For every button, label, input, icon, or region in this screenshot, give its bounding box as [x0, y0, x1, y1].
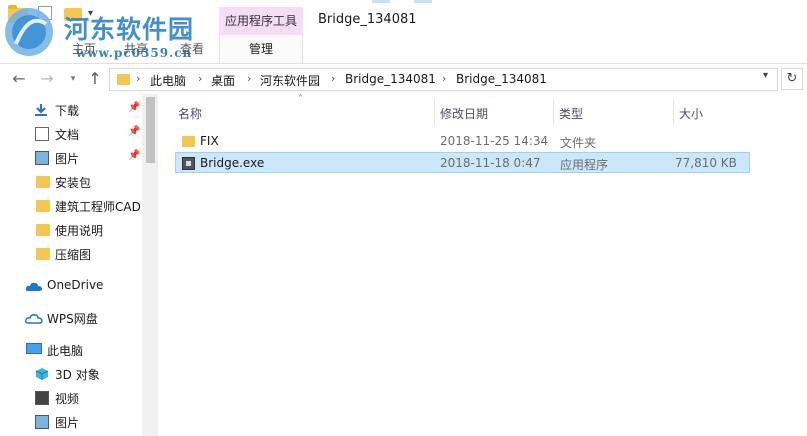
folder-icon	[36, 248, 50, 260]
exe-icon	[182, 157, 195, 170]
file-type: 文件夹	[560, 136, 597, 150]
file-size: 77,810 KB	[675, 156, 737, 170]
sidebar-item-videos[interactable]: 视频	[0, 387, 142, 409]
table-row[interactable]: FIX 2018-11-25 14:34 文件夹	[175, 131, 750, 152]
breadcrumb-bridge-parent[interactable]: Bridge_134081	[345, 72, 436, 86]
chevron-right-icon[interactable]: ›	[136, 72, 140, 85]
file-list: ˄ 名称 修改日期 类型 大小 FIX 2018-11-25 14:34 文件夹…	[158, 94, 807, 436]
column-header-modified[interactable]: 修改日期	[440, 98, 488, 130]
sidebar-item-yasuotu[interactable]: 压缩图	[0, 243, 142, 265]
document-icon	[35, 127, 49, 141]
sidebar-item-label: 3D 对象	[55, 368, 100, 382]
chevron-right-icon[interactable]: ›	[442, 72, 446, 85]
sidebar-item-label: OneDrive	[47, 278, 104, 292]
column-divider[interactable]	[434, 98, 435, 126]
pin-icon[interactable]: 📌	[128, 150, 140, 161]
sidebar-item-instructions[interactable]: 使用说明	[0, 219, 142, 241]
context-tab-group: 应用程序工具 管理	[219, 7, 303, 64]
chevron-right-icon[interactable]: ›	[198, 72, 202, 85]
up-arrow-icon[interactable]: ↑	[86, 69, 104, 89]
pictures-icon	[35, 415, 49, 429]
recent-locations-chevron-icon[interactable]: ▾	[64, 69, 82, 89]
watermark-logo	[5, 8, 53, 56]
context-group-label: 应用程序工具	[219, 7, 303, 35]
sidebar-item-label: 安装包	[55, 176, 92, 190]
sidebar-item-label: 文档	[55, 128, 80, 142]
sidebar-item-anzhuangbao[interactable]: 安装包	[0, 171, 142, 193]
folder-icon	[182, 136, 195, 147]
onedrive-icon	[25, 282, 42, 291]
back-arrow-icon[interactable]: ←	[10, 69, 28, 89]
this-pc-icon	[26, 343, 42, 354]
sidebar-item-label: 压缩图	[55, 248, 92, 262]
title-bar: ▾ 河东软件园 www.pc0359.cn 主页 共享 查看 应用程序工具 管理…	[0, 0, 807, 64]
column-header-size[interactable]: 大小	[679, 98, 703, 130]
file-modified: 2018-11-18 0:47	[440, 156, 541, 170]
column-divider[interactable]	[673, 98, 674, 126]
tab-manage[interactable]: 管理	[219, 35, 303, 64]
title-accent	[372, 0, 432, 3]
file-modified: 2018-11-25 14:34	[440, 134, 549, 148]
tab-share[interactable]: 共享	[124, 40, 148, 57]
breadcrumb-hedong[interactable]: 河东软件园	[260, 72, 320, 89]
address-history-chevron-icon[interactable]: ▾	[763, 70, 768, 81]
sidebar-item-label: 图片	[55, 416, 80, 430]
chevron-right-icon[interactable]: ›	[331, 72, 335, 85]
pin-icon[interactable]: 📌	[128, 126, 140, 137]
download-icon	[35, 104, 47, 116]
sidebar-item-wps-cloud[interactable]: WPS网盘	[0, 307, 142, 329]
breadcrumb-desktop[interactable]: 桌面	[211, 72, 235, 89]
file-name: Bridge.exe	[200, 156, 265, 170]
tab-home[interactable]: 主页	[72, 40, 96, 57]
breadcrumb-bridge-current[interactable]: Bridge_134081	[456, 72, 547, 86]
sidebar-item-label: 此电脑	[47, 344, 84, 358]
folder-icon	[117, 74, 130, 85]
folder-icon	[36, 176, 50, 188]
sidebar-item-label: 图片	[55, 152, 80, 166]
file-type: 应用程序	[560, 158, 609, 172]
breadcrumb-this-pc[interactable]: 此电脑	[150, 72, 186, 89]
sidebar-item-label: 视频	[55, 392, 80, 406]
address-bar[interactable]: › 此电脑 › 桌面 › 河东软件园 › Bridge_134081 › Bri…	[109, 68, 778, 91]
sidebar-item-pictures[interactable]: 图片 📌	[0, 147, 142, 169]
table-row[interactable]: Bridge.exe 2018-11-18 0:47 应用程序 77,810 K…	[175, 152, 750, 173]
sidebar-item-label: 下载	[55, 104, 80, 118]
sidebar-item-this-pc[interactable]: 此电脑	[0, 339, 142, 361]
forward-arrow-icon[interactable]: →	[38, 69, 56, 89]
folder-icon	[36, 224, 50, 236]
refresh-icon[interactable]: ↻	[781, 68, 803, 90]
cloud-icon	[25, 314, 43, 324]
sidebar-item-onedrive[interactable]: OneDrive	[0, 275, 142, 297]
navigation-pane: 下载 📌 文档 📌 图片 📌 安装包 建筑工程师CAD 使用说明 压缩图 One…	[0, 94, 142, 436]
sidebar-item-label: WPS网盘	[47, 312, 98, 326]
scrollbar-thumb[interactable]	[146, 97, 155, 163]
sidebar-item-3d-objects[interactable]: 3D 对象	[0, 363, 142, 385]
pictures-icon	[35, 151, 49, 165]
navigation-bar: ← → ▾ ↑ › 此电脑 › 桌面 › 河东软件园 › Bridge_1340…	[0, 64, 807, 94]
column-header-name[interactable]: 名称	[178, 98, 202, 130]
pin-icon[interactable]: 📌	[128, 102, 140, 113]
column-divider[interactable]	[553, 98, 554, 126]
video-icon	[35, 391, 49, 405]
sidebar-item-pictures-pc[interactable]: 图片	[0, 411, 142, 433]
3d-objects-icon	[35, 368, 49, 380]
window-title: Bridge_134081	[318, 12, 417, 27]
tab-view[interactable]: 查看	[180, 40, 204, 57]
sidebar-item-downloads[interactable]: 下载 📌	[0, 99, 142, 121]
sidebar-item-label: 建筑工程师CAD	[55, 200, 141, 214]
column-header-type[interactable]: 类型	[559, 98, 583, 130]
sidebar-item-label: 使用说明	[55, 224, 104, 238]
sort-ascending-icon: ˄	[298, 94, 303, 105]
folder-icon	[36, 200, 50, 212]
chevron-right-icon[interactable]: ›	[247, 72, 251, 85]
sidebar-item-documents[interactable]: 文档 📌	[0, 123, 142, 145]
file-name: FIX	[200, 134, 219, 148]
sidebar-item-cad[interactable]: 建筑工程师CAD	[0, 195, 142, 217]
